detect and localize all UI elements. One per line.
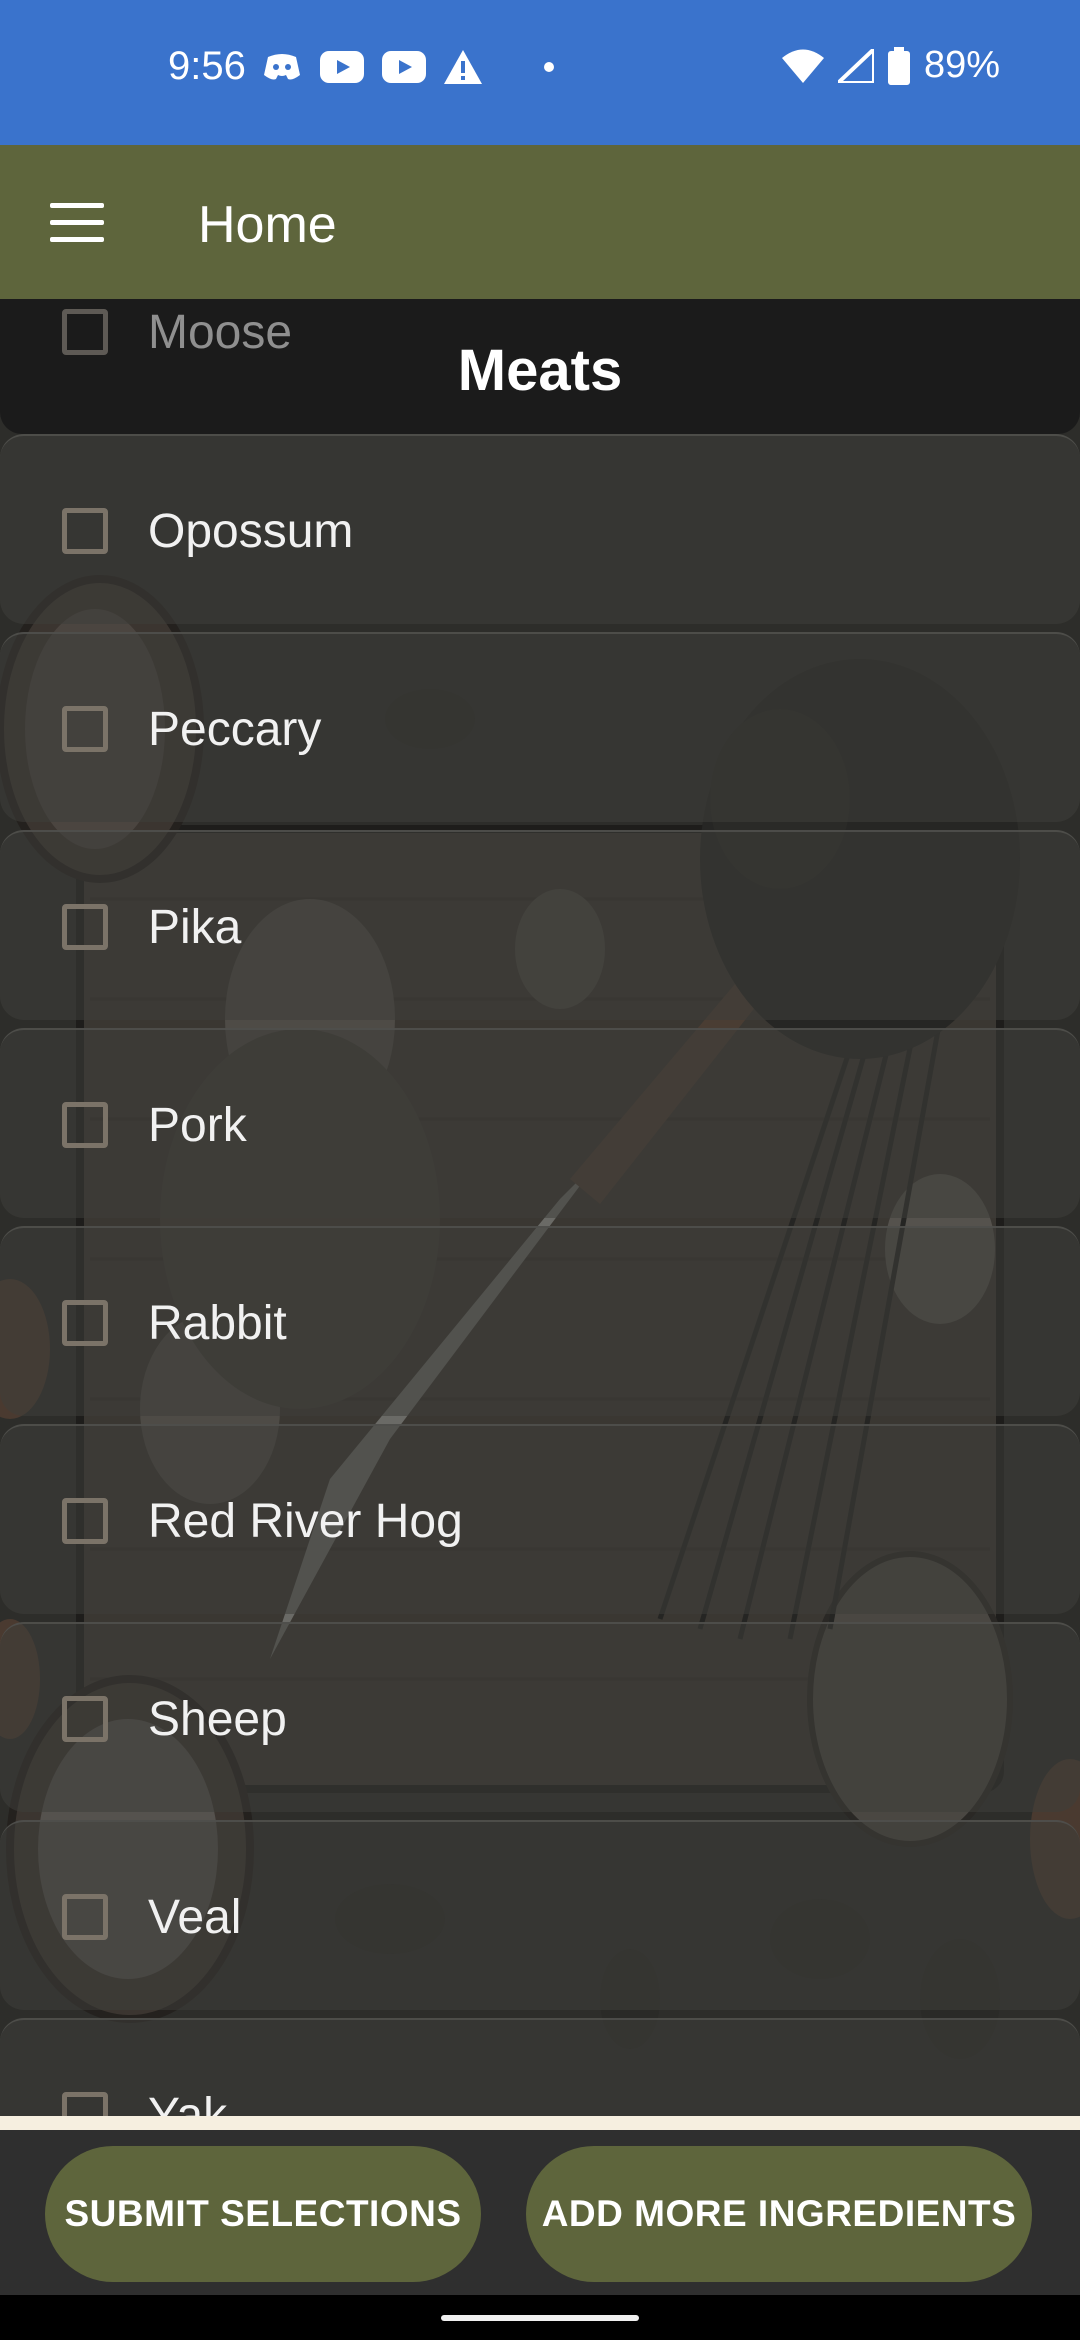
checkbox[interactable] xyxy=(62,2092,108,2116)
ingredient-list[interactable]: Opossum Peccary Pika Pork Rabbit Red River Ho… xyxy=(0,299,1080,2116)
list-item-label: Red River Hog xyxy=(148,1495,463,1548)
bottom-action-bar: SUBMIT SELECTIONS ADD MORE INGREDIENTS xyxy=(0,2130,1080,2295)
checkbox[interactable] xyxy=(62,706,108,752)
list-item-label: Rabbit xyxy=(148,1297,287,1350)
list-item-label: Sheep xyxy=(148,1693,287,1746)
divider xyxy=(0,2116,1080,2130)
system-icons: 89% xyxy=(781,44,1000,87)
youtube-icon xyxy=(320,51,364,83)
checkbox[interactable] xyxy=(62,1894,108,1940)
submit-selections-button[interactable]: SUBMIT SELECTIONS xyxy=(45,2146,481,2282)
checkbox[interactable] xyxy=(62,1102,108,1148)
page-title: Home xyxy=(198,196,337,254)
youtube-icon xyxy=(382,51,426,83)
app-screen: 9:56 89% Home Opossum Peccary Pika Pork … xyxy=(0,0,1080,2340)
section-header: Moose Meats xyxy=(0,299,1080,434)
warning-icon xyxy=(444,50,482,84)
list-item[interactable]: Opossum xyxy=(0,434,1080,624)
navigation-bar xyxy=(0,2295,1080,2340)
list-item[interactable]: Red River Hog xyxy=(0,1424,1080,1614)
wifi-icon xyxy=(781,49,824,83)
list-item-label: Peccary xyxy=(148,703,322,756)
section-title: Meats xyxy=(457,338,623,403)
checkbox[interactable] xyxy=(62,508,108,554)
list-item[interactable]: Veal xyxy=(0,1820,1080,2010)
list-item-label: Pork xyxy=(148,1099,247,1152)
home-indicator[interactable] xyxy=(441,2315,639,2321)
list-item[interactable]: Pork xyxy=(0,1028,1080,1218)
checkbox[interactable] xyxy=(62,1696,108,1742)
list-item[interactable]: Rabbit xyxy=(0,1226,1080,1416)
list-item-label: Veal xyxy=(148,1891,242,1944)
status-time: 9:56 xyxy=(168,44,246,88)
list-item-label: Opossum xyxy=(148,505,354,558)
battery-icon xyxy=(887,46,910,85)
hamburger-menu-icon[interactable] xyxy=(50,203,104,243)
checkbox[interactable] xyxy=(62,1498,108,1544)
app-bar: Home xyxy=(0,145,1080,299)
battery-percent: 89% xyxy=(923,44,1000,86)
list-item-label: Pika xyxy=(148,901,242,954)
list-item[interactable]: Peccary xyxy=(0,632,1080,822)
discord-icon xyxy=(264,54,300,80)
checkbox[interactable] xyxy=(62,904,108,950)
list-item[interactable]: Pika xyxy=(0,830,1080,1020)
list-item[interactable]: Sheep xyxy=(0,1622,1080,1812)
checkbox[interactable] xyxy=(62,1300,108,1346)
cellular-signal-icon xyxy=(837,48,874,83)
list-item-label: Yak xyxy=(148,2089,228,2116)
notification-icons xyxy=(262,50,554,84)
list-item[interactable]: Yak xyxy=(0,2018,1080,2116)
status-bar: 9:56 89% xyxy=(0,0,1080,145)
dot-icon xyxy=(544,62,554,72)
add-more-ingredients-button[interactable]: ADD MORE INGREDIENTS xyxy=(526,2146,1032,2282)
